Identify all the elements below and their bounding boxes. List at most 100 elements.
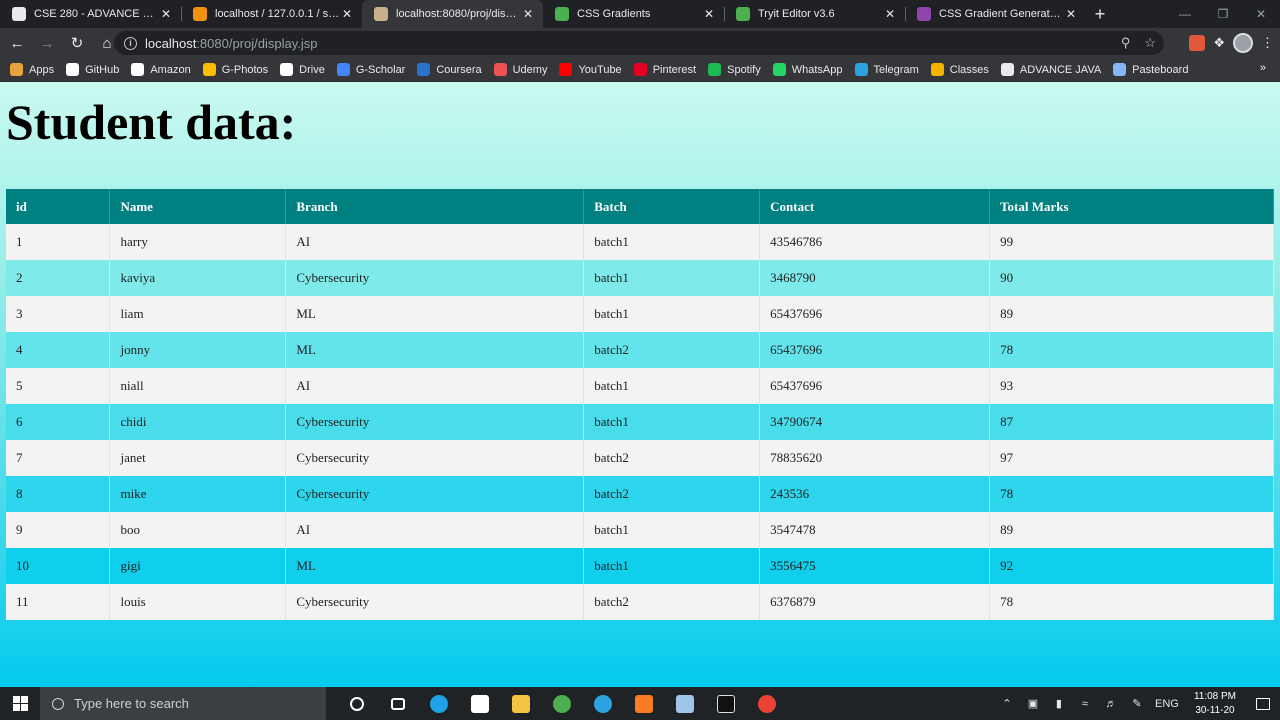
table-cell: batch2 bbox=[583, 584, 761, 620]
bookmark-item[interactable]: Spotify bbox=[708, 63, 761, 76]
table-cell: batch1 bbox=[583, 296, 761, 332]
tab-close-icon[interactable]: ✕ bbox=[521, 7, 535, 21]
task-view-icon[interactable] bbox=[377, 687, 418, 720]
udemy-icon bbox=[493, 63, 507, 76]
bookmark-label: YouTube bbox=[578, 63, 622, 76]
store-icon[interactable] bbox=[459, 687, 500, 720]
start-button[interactable] bbox=[0, 687, 40, 720]
notification-icon[interactable] bbox=[1246, 697, 1280, 710]
table-cell: 3547478 bbox=[759, 512, 991, 548]
browser-tab[interactable]: CSS Gradient Generator: Poli✕ bbox=[905, 0, 1086, 28]
battery-icon[interactable]: ▮ bbox=[1046, 697, 1072, 710]
bookmark-item[interactable]: Udemy bbox=[493, 63, 547, 76]
bookmarks-overflow-button[interactable]: » bbox=[1260, 62, 1266, 74]
volume-icon[interactable]: ♬ bbox=[1098, 698, 1124, 710]
table-cell: jonny bbox=[109, 332, 287, 368]
cortana-icon[interactable] bbox=[336, 687, 377, 720]
browser-toolbar: ← → ↻ ⌂ i localhost:8080/proj/display.js… bbox=[0, 28, 1280, 58]
zoom-icon[interactable]: ⚲ bbox=[1121, 35, 1131, 51]
search-icon bbox=[52, 697, 64, 710]
column-header: id bbox=[6, 189, 111, 224]
tab-close-icon[interactable]: ✕ bbox=[159, 7, 173, 21]
close-window-icon[interactable]: ✕ bbox=[1242, 0, 1280, 28]
new-tab-button[interactable]: + bbox=[1086, 0, 1114, 28]
tab-close-icon[interactable]: ✕ bbox=[340, 7, 354, 21]
store-icon-glyph bbox=[470, 694, 489, 713]
notepad-icon[interactable] bbox=[664, 687, 705, 720]
terminal-icon[interactable] bbox=[705, 687, 746, 720]
meet-now-icon[interactable]: ▣ bbox=[1020, 697, 1046, 710]
taskbar-search[interactable]: Type here to search bbox=[40, 687, 326, 720]
bookmark-label: G-Photos bbox=[221, 63, 269, 76]
bookmark-item[interactable]: Drive bbox=[280, 63, 325, 76]
table-cell: Cybersecurity bbox=[285, 476, 585, 512]
chrome-icon[interactable] bbox=[746, 687, 787, 720]
bookmark-item[interactable]: ADVANCE JAVA bbox=[1000, 63, 1101, 76]
browser-tab[interactable]: localhost / 127.0.0.1 / studen✕ bbox=[181, 0, 362, 28]
bookmark-item[interactable]: G-Scholar bbox=[336, 63, 405, 76]
table-cell: 3468790 bbox=[759, 260, 991, 296]
table-cell: kaviya bbox=[109, 260, 287, 296]
table-cell: harry bbox=[109, 224, 287, 260]
forward-icon[interactable]: → bbox=[34, 30, 60, 56]
terminal-icon-glyph bbox=[716, 694, 735, 713]
profile-avatar[interactable] bbox=[1233, 33, 1253, 53]
w3schools-icon bbox=[736, 7, 750, 21]
bookmark-star-icon[interactable]: ☆ bbox=[1144, 35, 1156, 51]
chevron-up-icon[interactable]: ⌃ bbox=[994, 697, 1020, 710]
bookmark-item[interactable]: Apps bbox=[10, 63, 54, 76]
wifi-icon[interactable]: ≈ bbox=[1072, 698, 1098, 710]
bookmark-item[interactable]: Telegram bbox=[854, 63, 919, 76]
xampp-icon[interactable] bbox=[623, 687, 664, 720]
bookmark-item[interactable]: GitHub bbox=[66, 63, 119, 76]
bookmark-item[interactable]: Amazon bbox=[131, 63, 191, 76]
browser-tab[interactable]: CSE 280 - ADVANCE JAVA Pr✕ bbox=[0, 0, 181, 28]
bookmark-item[interactable]: WhatsApp bbox=[772, 63, 843, 76]
back-icon[interactable]: ← bbox=[4, 30, 30, 56]
clock[interactable]: 11:08 PM 30-11-20 bbox=[1184, 690, 1246, 718]
tab-title: localhost / 127.0.0.1 / studen bbox=[215, 8, 340, 20]
browser-tab[interactable]: localhost:8080/proj/display.js✕ bbox=[362, 0, 543, 28]
table-cell: AI bbox=[285, 368, 585, 404]
browser-tab[interactable]: CSS Gradients ✕ bbox=[543, 0, 724, 28]
tab-title: localhost:8080/proj/display.js bbox=[396, 8, 521, 20]
table-cell: 4 bbox=[6, 332, 111, 368]
tab-title: Tryit Editor v3.6 bbox=[758, 8, 835, 20]
tab-close-icon[interactable]: ✕ bbox=[1064, 7, 1078, 21]
chrome-icon[interactable] bbox=[541, 687, 582, 720]
telegram-icon[interactable] bbox=[582, 687, 623, 720]
edge-icon[interactable] bbox=[418, 687, 459, 720]
table-cell: 78 bbox=[989, 584, 1274, 620]
url-path: :8080/proj/display.jsp bbox=[196, 35, 318, 51]
table-cell: 6 bbox=[6, 404, 111, 440]
address-bar[interactable]: i localhost:8080/proj/display.jsp ⚲ ☆ bbox=[114, 31, 1164, 55]
minimize-icon[interactable]: — bbox=[1166, 0, 1204, 28]
puzzle-icon[interactable]: ❖ bbox=[1213, 35, 1225, 51]
browser-tab[interactable]: Tryit Editor v3.6 ✕ bbox=[724, 0, 905, 28]
table-cell: batch2 bbox=[583, 476, 761, 512]
bookmark-item[interactable]: Classes bbox=[930, 63, 989, 76]
pen-icon[interactable]: ✎ bbox=[1124, 697, 1150, 710]
table-cell: 9 bbox=[6, 512, 111, 548]
menu-kebab-icon[interactable]: ⋮ bbox=[1261, 35, 1274, 51]
bookmark-label: Drive bbox=[299, 63, 325, 76]
bookmark-item[interactable]: YouTube bbox=[559, 63, 622, 76]
extension-icon[interactable] bbox=[1189, 35, 1206, 51]
tab-close-icon[interactable]: ✕ bbox=[883, 7, 897, 21]
table-cell: 90 bbox=[989, 260, 1274, 296]
file-explorer-icon[interactable] bbox=[500, 687, 541, 720]
language-indicator[interactable]: ENG bbox=[1150, 698, 1184, 710]
restore-icon[interactable]: ❐ bbox=[1204, 0, 1242, 28]
chrome-icon-glyph bbox=[757, 694, 776, 713]
reload-icon[interactable]: ↻ bbox=[64, 30, 90, 56]
bookmark-item[interactable]: Pasteboard bbox=[1113, 63, 1188, 76]
w3schools-icon bbox=[555, 7, 569, 21]
table-cell: Cybersecurity bbox=[285, 584, 585, 620]
tab-list: CSE 280 - ADVANCE JAVA Pr✕localhost / 12… bbox=[0, 0, 1086, 28]
tab-close-icon[interactable]: ✕ bbox=[702, 7, 716, 21]
site-info-icon[interactable]: i bbox=[124, 36, 137, 50]
search-placeholder: Type here to search bbox=[74, 696, 189, 711]
bookmark-item[interactable]: Coursera bbox=[417, 63, 482, 76]
bookmark-item[interactable]: G-Photos bbox=[202, 63, 269, 76]
bookmark-item[interactable]: Pinterest bbox=[633, 63, 696, 76]
